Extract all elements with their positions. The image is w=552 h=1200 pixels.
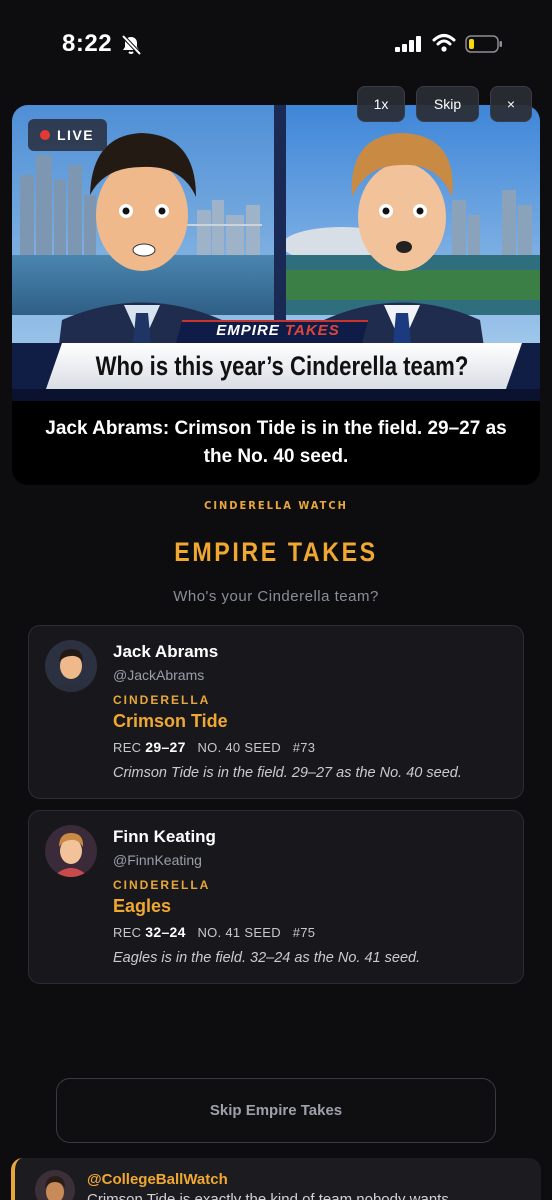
banner-brand: EMPIRE TAKES (188, 322, 368, 339)
banner-brand-main: EMPIRE (216, 322, 280, 339)
cellular-signal-icon (395, 36, 421, 52)
live-label: LIVE (57, 127, 95, 143)
take-author-handle[interactable]: @FinnKeating (113, 852, 202, 868)
feed-post-handle[interactable]: @CollegeBallWatch (87, 1171, 228, 1188)
wifi-icon (432, 34, 456, 52)
section-subtitle: Who's your Cinderella team? (173, 588, 379, 605)
video-caption: Jack Abrams: Crimson Tide is in the fiel… (12, 401, 540, 485)
take-blurb: Eagles is in the field. 32–24 as the No.… (113, 950, 421, 966)
live-dot-icon (40, 130, 50, 140)
live-badge: LIVE (28, 119, 107, 151)
bell-slash-icon (121, 34, 142, 56)
take-author-name: Finn Keating (113, 827, 216, 846)
avatar-image (35, 1170, 75, 1200)
battery-icon (465, 35, 502, 53)
take-tag: CINDERELLA (113, 878, 211, 892)
banner-question: Who is this year’s Cinderella team? (95, 351, 469, 381)
record-value: 29–27 (145, 739, 186, 755)
playback-speed-button[interactable]: 1x (357, 86, 405, 122)
avatar-image (45, 825, 97, 877)
section-kicker: CINDERELLA WATCH (204, 499, 348, 512)
take-author-name: Jack Abrams (113, 642, 219, 661)
status-bar: 8:22 (0, 0, 552, 90)
close-button[interactable]: × (490, 86, 532, 122)
feed-post-preview[interactable]: @CollegeBallWatch Crimson Tide is exactl… (11, 1158, 541, 1200)
take-team[interactable]: Crimson Tide (113, 711, 228, 732)
take-stats: REC 29–27 NO. 40 SEED #73 (113, 739, 315, 755)
take-card[interactable]: Finn Keating @FinnKeating CINDERELLA Eag… (28, 810, 524, 984)
video-player[interactable]: EMPIRE TAKES Who is this year’s Cinderel… (12, 105, 540, 485)
record-value: 32–24 (145, 924, 186, 940)
status-time: 8:22 (62, 30, 113, 57)
take-blurb: Crimson Tide is in the field. 29–27 as t… (113, 765, 462, 781)
take-author-handle[interactable]: @JackAbrams (113, 667, 204, 683)
rec-label: REC (113, 740, 142, 755)
skip-empire-takes-button[interactable]: Skip Empire Takes (56, 1078, 496, 1143)
rec-label: REC (113, 925, 142, 940)
banner-brand-accent: TAKES (284, 322, 340, 339)
seed-value: NO. 41 SEED (197, 925, 281, 940)
skip-button[interactable]: Skip (416, 86, 479, 122)
rank-value: #73 (292, 740, 316, 755)
avatar (45, 825, 97, 877)
feed-post-text: Crimson Tide is exactly the kind of team… (87, 1191, 449, 1200)
take-card[interactable]: Jack Abrams @JackAbrams CINDERELLA Crims… (28, 625, 524, 799)
rank-value: #75 (292, 925, 316, 940)
avatar (35, 1170, 75, 1200)
avatar-image (45, 640, 97, 692)
take-tag: CINDERELLA (113, 693, 211, 707)
seed-value: NO. 40 SEED (197, 740, 281, 755)
take-stats: REC 32–24 NO. 41 SEED #75 (113, 924, 315, 940)
take-team[interactable]: Eagles (113, 896, 171, 917)
avatar (45, 640, 97, 692)
section-title: EMPIRE TAKES (174, 537, 378, 567)
